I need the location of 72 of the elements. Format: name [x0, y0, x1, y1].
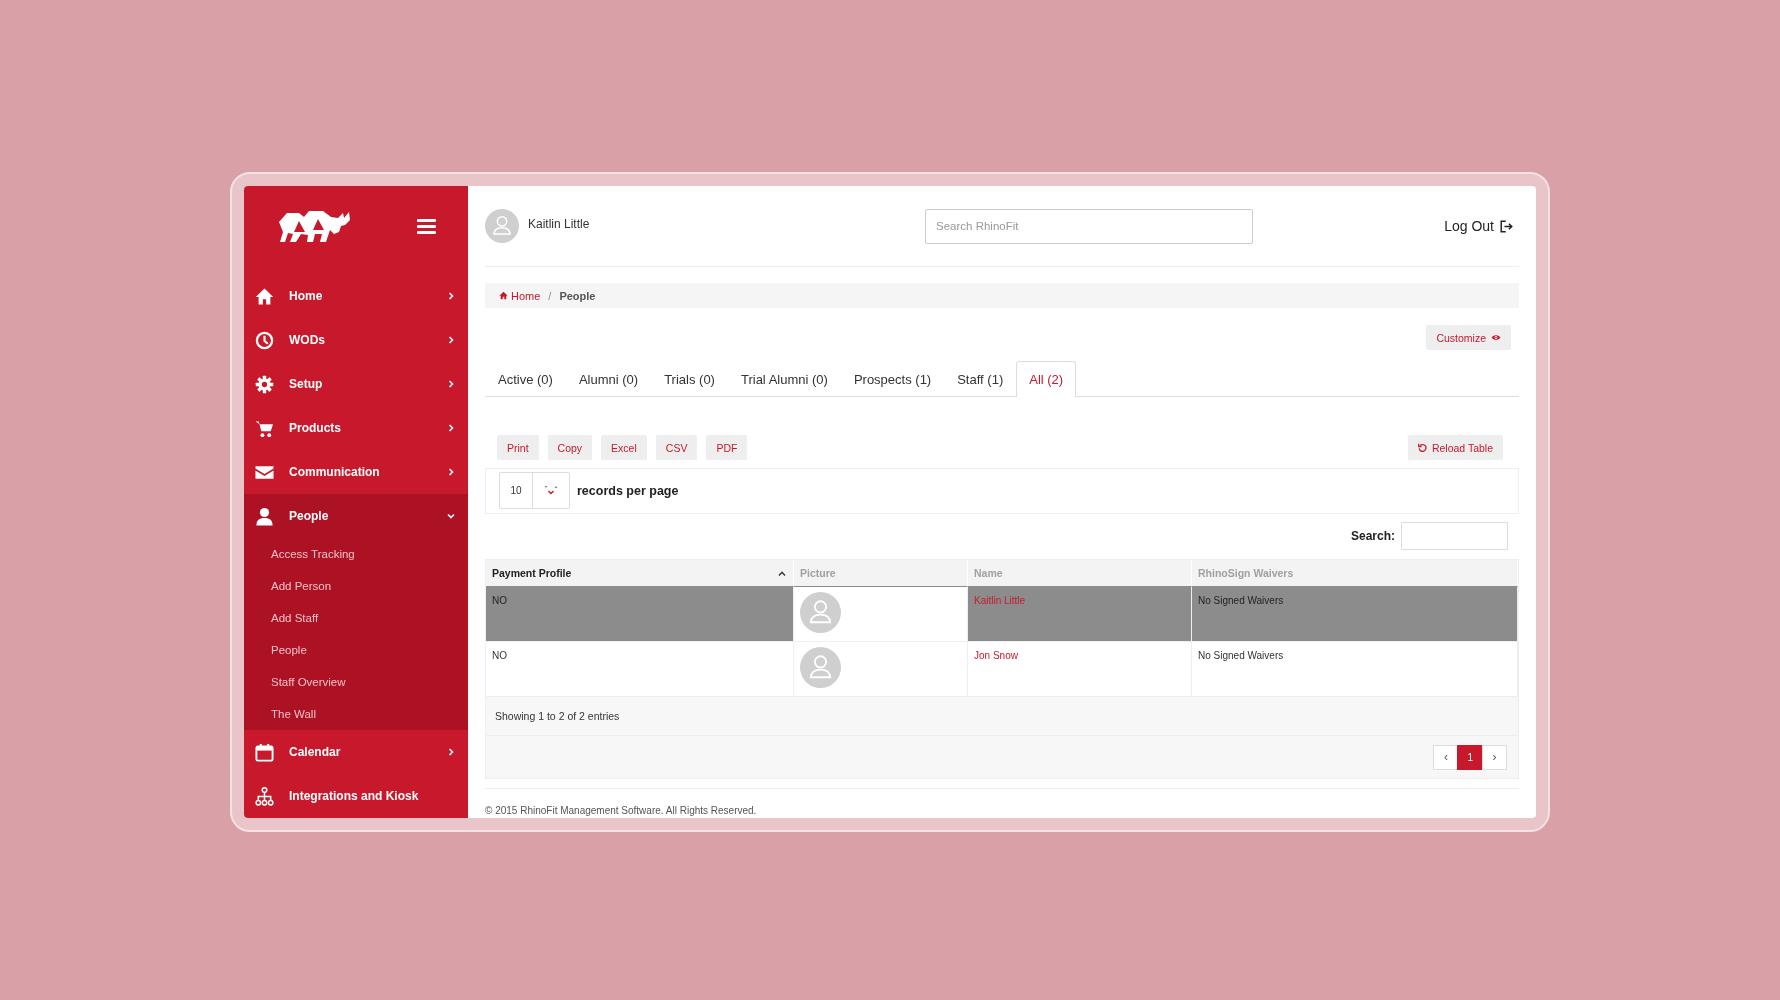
table-search-field[interactable]: [1401, 522, 1508, 551]
person-name-link[interactable]: Jon Snow: [974, 650, 1018, 661]
cart-icon: [255, 418, 274, 438]
next-page-button[interactable]: ›: [1482, 744, 1507, 770]
avatar-icon: [800, 592, 841, 633]
spinner-arrows-icon: [543, 484, 559, 497]
reload-button[interactable]: Reload Table: [1407, 435, 1503, 460]
table-info: Showing 1 to 2 of 2 entries: [486, 696, 1518, 735]
home-icon: [499, 291, 508, 300]
submenu-item[interactable]: Access Tracking: [244, 538, 468, 570]
chevron-down-icon: [447, 512, 455, 520]
breadcrumb-link[interactable]: Home: [499, 289, 541, 302]
sidebar-item[interactable]: People: [244, 494, 468, 538]
sidebar-item[interactable]: Products: [244, 406, 468, 450]
breadcrumb-current: People: [559, 289, 596, 302]
home-icon: [255, 286, 274, 306]
submenu-item[interactable]: People: [244, 634, 468, 666]
sort-caret-icon: [778, 570, 786, 576]
sidebar-item[interactable]: Home: [244, 274, 468, 318]
avatar-icon: [800, 647, 841, 688]
tab[interactable]: Trial Alumni (0): [727, 361, 841, 397]
chevron-right-icon: [447, 468, 455, 476]
gear-icon: [255, 374, 274, 394]
submenu-item[interactable]: Staff Overview: [244, 666, 468, 698]
records-select[interactable]: 10: [499, 472, 570, 510]
logout-icon: [1500, 219, 1513, 233]
submenu-item[interactable]: The Wall: [244, 698, 468, 730]
export-button[interactable]: Print: [497, 435, 539, 460]
refresh-icon: [1417, 443, 1427, 452]
hierarchy-icon: [255, 786, 274, 806]
previous-page-button[interactable]: ‹: [1433, 744, 1459, 770]
sidebar-item[interactable]: Setup: [244, 362, 468, 406]
logout-button[interactable]: Log Out: [1444, 216, 1513, 236]
person-icon: [255, 506, 274, 526]
export-button[interactable]: PDF: [706, 435, 748, 460]
chevron-right-icon: [447, 424, 455, 432]
calendar-icon: [255, 742, 274, 762]
chevron-right-icon: [447, 336, 455, 344]
chevron-right-icon: [447, 292, 455, 300]
submenu-item[interactable]: Add Staff: [244, 602, 468, 634]
tab[interactable]: Prospects (1): [840, 361, 945, 397]
table-row[interactable]: NO Jon Snow No Signed Waivers: [486, 641, 1518, 696]
page-button[interactable]: 1: [1457, 744, 1483, 770]
export-button[interactable]: CSV: [655, 435, 698, 460]
clock-icon: [255, 330, 274, 350]
avatar-icon: [485, 209, 519, 243]
tab[interactable]: Trials (0): [651, 361, 728, 397]
menu-icon[interactable]: [417, 218, 436, 234]
records-per-page-label: records per page: [577, 483, 679, 498]
table-cell: No Signed Waivers: [1192, 586, 1518, 641]
tab[interactable]: Alumni (0): [565, 361, 652, 397]
column-header[interactable]: Payment Profile: [486, 560, 794, 586]
sidebar-item[interactable]: WODs: [244, 318, 468, 362]
tab[interactable]: Active (0): [485, 361, 566, 397]
submenu-item[interactable]: Add Person: [244, 570, 468, 602]
export-button[interactable]: Excel: [601, 435, 647, 460]
table-row[interactable]: NO Kaitlin Little No Signed Waivers: [486, 586, 1518, 641]
search-label: Search:: [1350, 529, 1395, 544]
chevron-right-icon: [447, 748, 455, 756]
tab[interactable]: Staff (1): [944, 361, 1017, 397]
eye-icon: [1491, 334, 1501, 341]
sidebar-item[interactable]: Calendar: [244, 730, 468, 774]
chevron-right-icon: [447, 380, 455, 388]
customize-button[interactable]: Customize: [1426, 325, 1511, 350]
user-name: Kaitlin Little: [528, 217, 590, 231]
breadcrumb-separator: /: [548, 289, 552, 302]
tab[interactable]: All (2): [1016, 361, 1077, 397]
footer-text: © 2015 RhinoFit Management Software. All Rights Reserved.: [485, 805, 757, 816]
sidebar-item[interactable]: Integrations and Kiosk: [244, 774, 468, 818]
export-button[interactable]: Copy: [547, 435, 593, 460]
search-field[interactable]: Search RhinoFit: [925, 208, 1253, 244]
sidebar-item[interactable]: Communication: [244, 450, 468, 494]
